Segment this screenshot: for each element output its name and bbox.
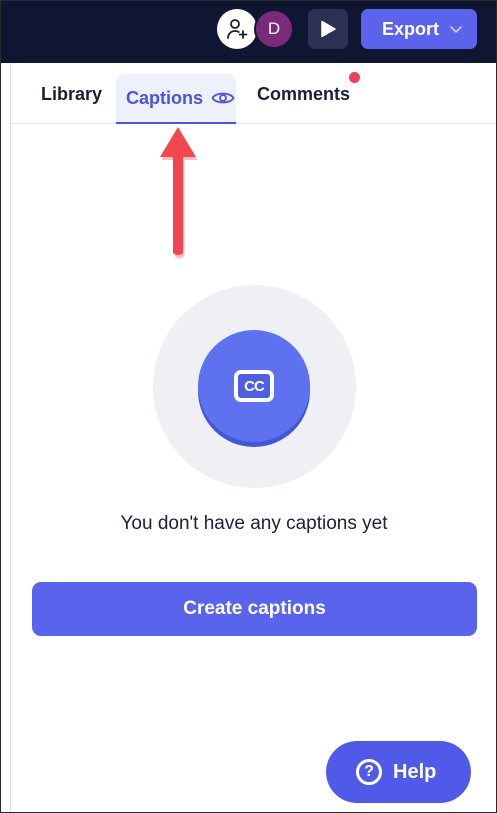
help-label: Help [393,760,437,783]
tab-captions[interactable]: Captions [116,74,236,124]
panel-tabs: Library Captions Comments [11,63,496,124]
app-frame: D Export Library Captions Comments CC Yo… [0,0,497,813]
user-avatar[interactable]: D [254,9,294,49]
play-icon [321,20,336,38]
help-button[interactable]: ? Help [326,741,471,803]
annotation-arrow [160,127,198,259]
notification-dot [349,72,360,83]
empty-state-message: You don't have any captions yet [120,513,388,534]
question-icon: ? [356,759,382,785]
tab-comments[interactable]: Comments [257,75,350,113]
export-label: Export [382,18,440,39]
export-button[interactable]: Export [361,9,477,49]
eye-icon [211,90,235,106]
chevron-down-icon [450,26,462,34]
create-captions-button[interactable]: Create captions [32,582,477,636]
panel-divider [10,63,11,812]
tab-library[interactable]: Library [41,75,102,113]
top-bar: D Export [1,1,496,63]
tab-label: Comments [257,83,351,104]
captions-badge: CC [198,330,310,442]
closed-captions-icon: CC [234,370,274,402]
tab-label: Captions [126,87,204,108]
tab-label: Library [41,83,103,104]
invite-user-button[interactable] [217,9,257,49]
play-button[interactable] [308,9,348,49]
add-user-icon [227,19,248,39]
